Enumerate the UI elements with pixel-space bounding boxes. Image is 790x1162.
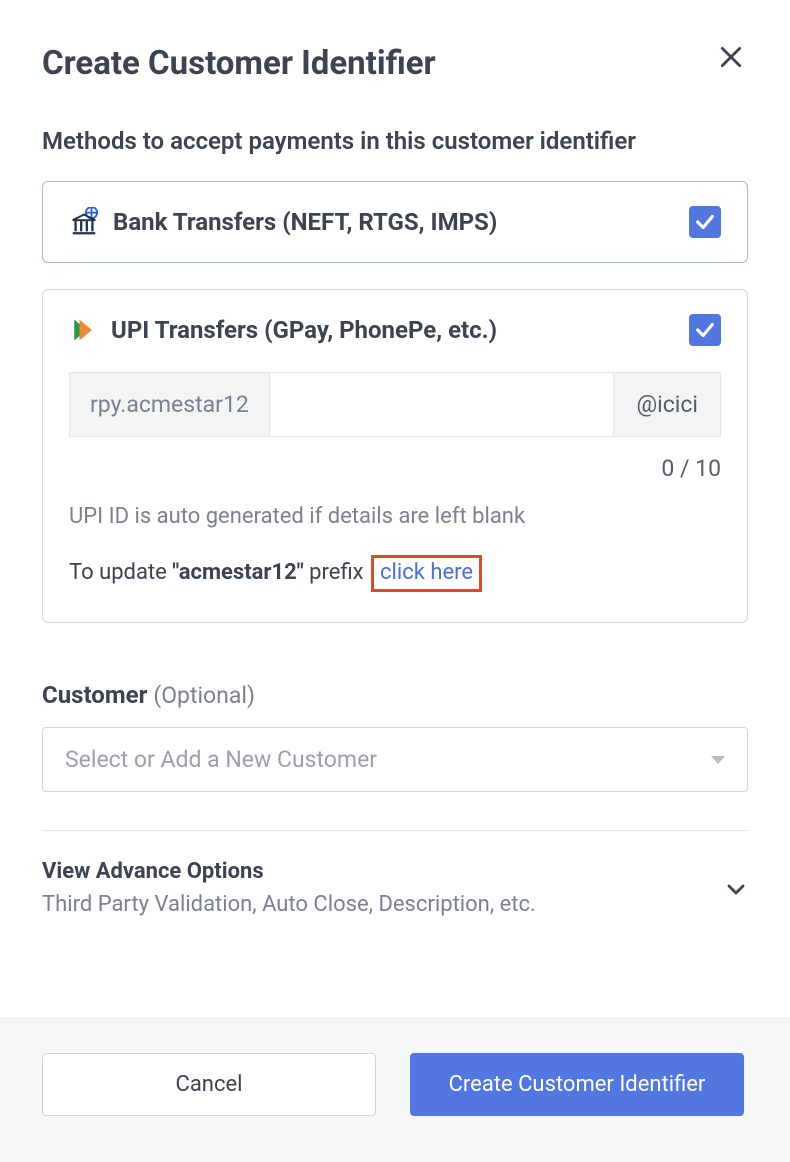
methods-section-label: Methods to accept payments in this custo…	[42, 127, 748, 155]
customer-optional-text: (Optional)	[153, 682, 255, 709]
click-here-link[interactable]: click here	[380, 560, 473, 585]
chevron-down-icon	[724, 859, 748, 901]
modal-footer: Cancel Create Customer Identifier	[0, 1018, 790, 1162]
advance-title: View Advance Options	[42, 859, 536, 884]
method-bank-label: Bank Transfers (NEFT, RTGS, IMPS)	[113, 208, 497, 236]
upi-id-input[interactable]	[270, 373, 614, 436]
modal-header: Create Customer Identifier	[42, 44, 748, 83]
upi-prefix: rpy.acmestar12	[70, 373, 270, 436]
customer-label: Customer (Optional)	[42, 681, 748, 709]
update-text-1: To update	[69, 560, 172, 585]
cancel-button[interactable]: Cancel	[42, 1053, 376, 1116]
close-icon[interactable]	[714, 44, 748, 70]
upi-suffix: @icici	[613, 373, 720, 436]
bank-icon	[69, 207, 99, 237]
advance-options-toggle[interactable]: View Advance Options Third Party Validat…	[42, 859, 748, 917]
method-bank-transfers[interactable]: Bank Transfers (NEFT, RTGS, IMPS)	[42, 181, 748, 263]
update-text-2: prefix	[304, 560, 364, 585]
method-left: UPI Transfers (GPay, PhonePe, etc.)	[69, 315, 497, 345]
method-row: Bank Transfers (NEFT, RTGS, IMPS)	[69, 206, 721, 238]
method-upi-transfers[interactable]: UPI Transfers (GPay, PhonePe, etc.) rpy.…	[42, 289, 748, 623]
click-here-highlight: click here	[371, 555, 482, 592]
customer-select[interactable]: Select or Add a New Customer	[42, 727, 748, 792]
upi-icon	[69, 315, 97, 345]
method-left: Bank Transfers (NEFT, RTGS, IMPS)	[69, 207, 497, 237]
update-prefix-value: "acmestar12"	[172, 560, 303, 585]
create-customer-identifier-button[interactable]: Create Customer Identifier	[410, 1053, 744, 1116]
modal-title: Create Customer Identifier	[42, 44, 436, 83]
upi-character-count: 0 / 10	[69, 455, 721, 482]
create-customer-identifier-modal: Create Customer Identifier Methods to ac…	[0, 0, 790, 917]
upi-auto-generate-note: UPI ID is auto generated if details are …	[69, 504, 721, 529]
customer-select-placeholder: Select or Add a New Customer	[65, 746, 377, 773]
upi-id-input-group: rpy.acmestar12 @icici	[69, 372, 721, 437]
section-divider	[42, 830, 748, 831]
method-upi-label: UPI Transfers (GPay, PhonePe, etc.)	[111, 316, 497, 344]
caret-down-icon	[711, 756, 725, 764]
method-row: UPI Transfers (GPay, PhonePe, etc.)	[69, 314, 721, 346]
method-upi-checkbox[interactable]	[689, 314, 721, 346]
method-bank-checkbox[interactable]	[689, 206, 721, 238]
customer-label-text: Customer	[42, 681, 147, 709]
advance-description: Third Party Validation, Auto Close, Desc…	[42, 892, 536, 917]
advance-text: View Advance Options Third Party Validat…	[42, 859, 536, 917]
upi-update-prefix-line: To update "acmestar12" prefix click here	[69, 555, 721, 592]
